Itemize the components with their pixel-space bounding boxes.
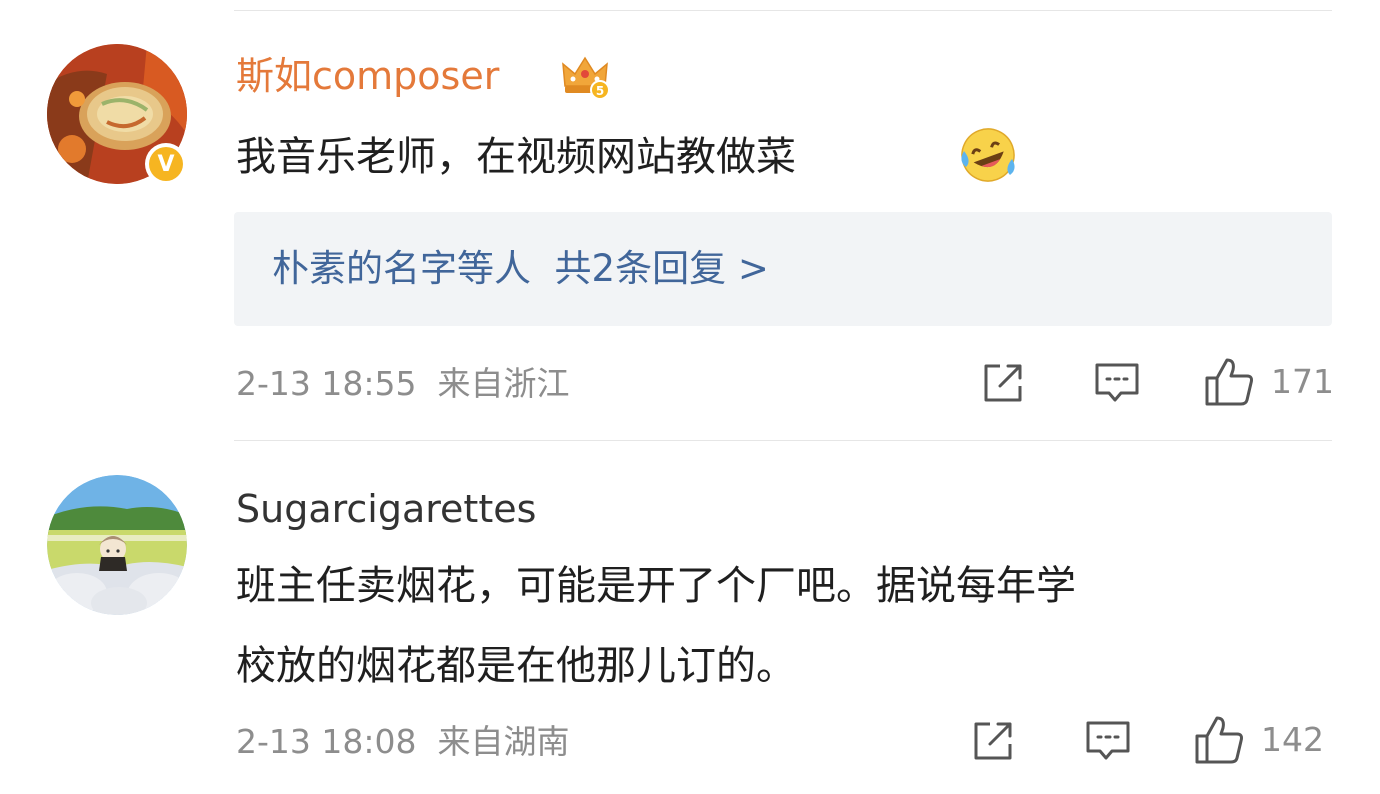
- crown-level-icon: 5: [562, 56, 610, 100]
- avatar[interactable]: V: [47, 44, 187, 185]
- reply-button[interactable]: [1084, 718, 1132, 764]
- comment-text-line: 校放的烟花都是在他那儿订的。: [236, 643, 796, 689]
- avatar[interactable]: [47, 475, 187, 615]
- comment-icon: [1086, 721, 1130, 760]
- verified-icon: V: [149, 147, 183, 181]
- username[interactable]: 斯如composer: [236, 52, 499, 100]
- share-icon: [984, 364, 1022, 402]
- reply-summary-text: 朴素的名字等人 共2条回复 >: [272, 244, 769, 294]
- comment-text: 班主任卖烟花，可能是开了个厂吧。据说每年学 校放的烟花都是在他那儿订的。: [236, 546, 1076, 706]
- like-count: 171: [1271, 362, 1334, 401]
- username[interactable]: Sugarcigarettes: [236, 485, 536, 533]
- share-button[interactable]: [980, 360, 1026, 406]
- reply-count: 共2条回复 >: [554, 247, 769, 290]
- comment-item: V 斯如composer 5 我音乐老师，在视频网站教做菜 朴素的名字等人 共2…: [0, 0, 1380, 440]
- like-button[interactable]: 142: [1193, 714, 1324, 766]
- reply-summary[interactable]: 朴素的名字等人 共2条回复 >: [234, 212, 1332, 326]
- timestamp: 2-13 18:08: [236, 722, 417, 761]
- reply-button[interactable]: [1093, 360, 1141, 406]
- location: 来自湖南: [437, 722, 570, 761]
- reply-names: 朴素的名字等人: [272, 247, 531, 290]
- share-icon: [974, 722, 1012, 760]
- timestamp: 2-13 18:55: [236, 364, 417, 403]
- location: 来自浙江: [437, 364, 570, 403]
- comment-icon: [1095, 363, 1139, 402]
- thumbs-up-icon: [1205, 358, 1253, 406]
- comment-item: Sugarcigarettes 班主任卖烟花，可能是开了个厂吧。据说每年学 校放…: [0, 441, 1380, 794]
- verified-badge: V: [145, 143, 187, 185]
- like-button[interactable]: 171: [1203, 356, 1334, 408]
- like-count: 142: [1261, 720, 1324, 759]
- comment-meta: 2-13 18:08 来自湖南: [236, 720, 569, 764]
- comment-text-line: 班主任卖烟花，可能是开了个厂吧。据说每年学: [236, 563, 1076, 609]
- laugh-cry-emoji: [961, 128, 1015, 182]
- thumbs-up-icon: [1195, 716, 1243, 764]
- share-button[interactable]: [970, 718, 1016, 764]
- badge-level: 5: [596, 84, 604, 98]
- comment-text: 我音乐老师，在视频网站教做菜: [236, 134, 796, 180]
- avatar-image: [47, 475, 187, 615]
- comment-meta: 2-13 18:55 来自浙江: [236, 362, 569, 406]
